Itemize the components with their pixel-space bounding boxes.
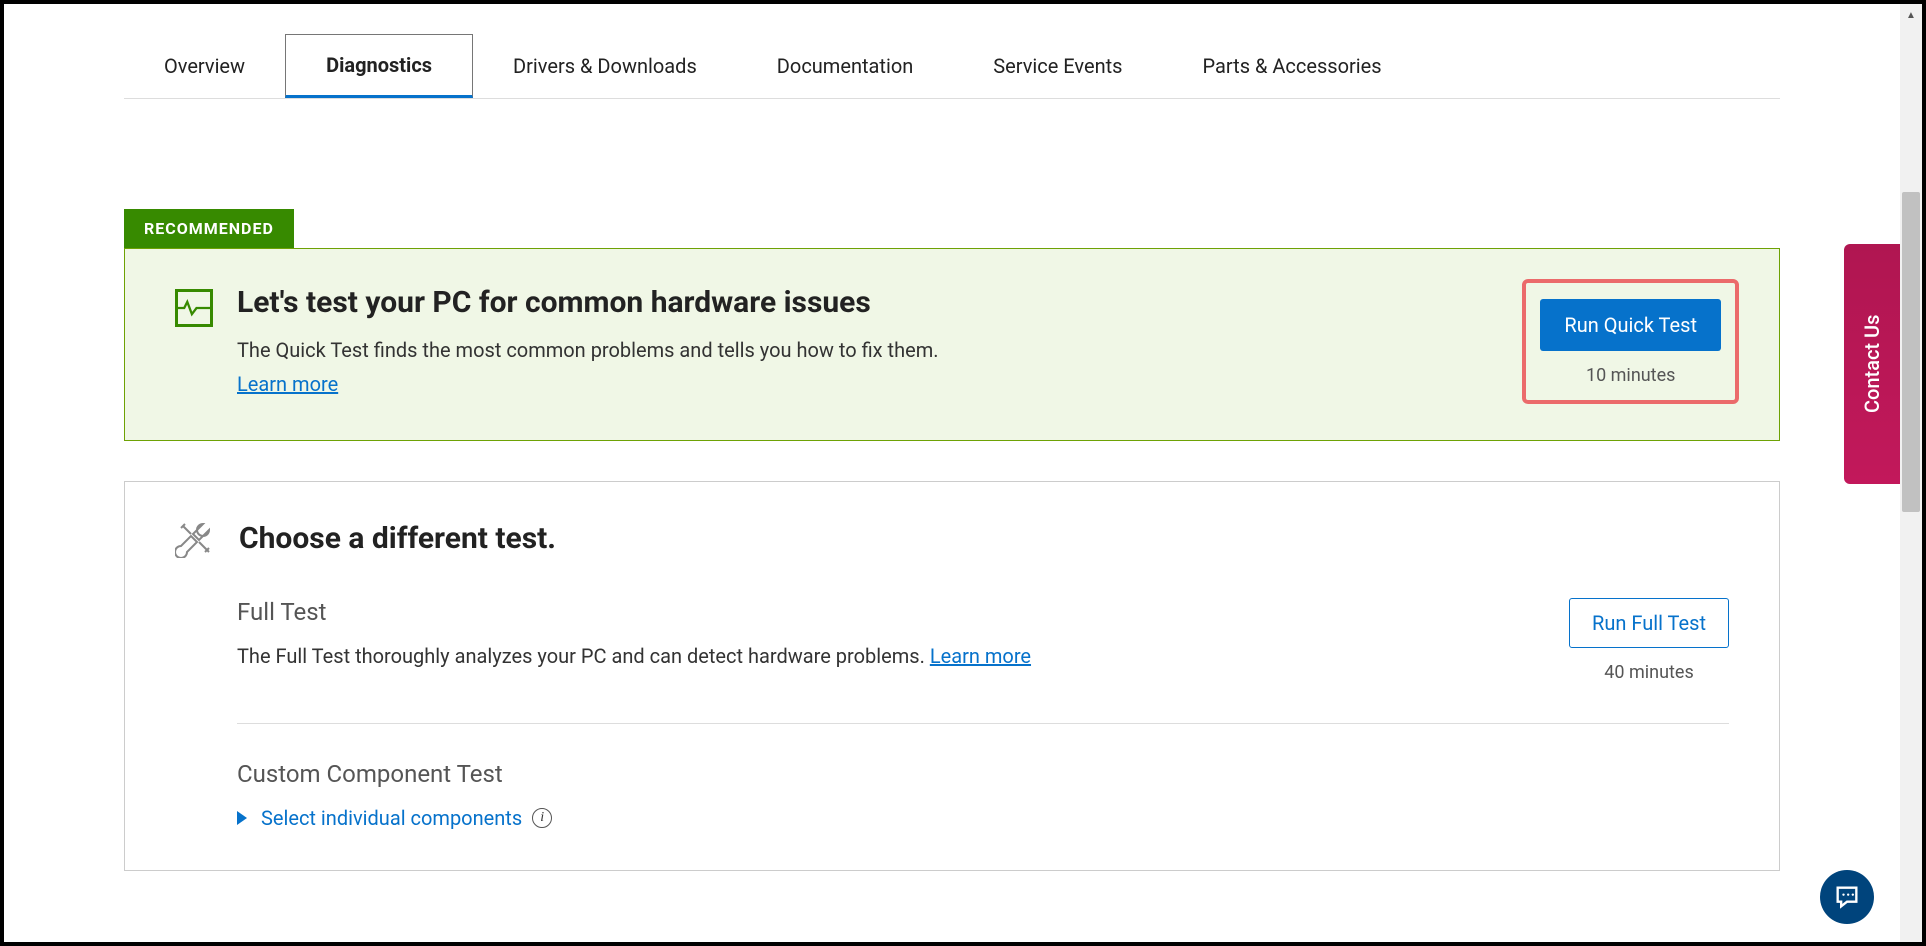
expand-triangle-icon	[237, 811, 247, 825]
select-components-label: Select individual components	[261, 806, 522, 830]
chat-icon	[1833, 883, 1861, 911]
quick-test-duration: 10 minutes	[1540, 365, 1721, 386]
tab-drivers-downloads[interactable]: Drivers & Downloads	[473, 34, 737, 98]
quick-test-highlighted-group: Run Quick Test 10 minutes	[1522, 279, 1739, 404]
recommended-card: Let's test your PC for common hardware i…	[124, 248, 1780, 441]
heartbeat-icon	[175, 289, 213, 327]
different-test-title: Choose a different test.	[239, 521, 556, 556]
run-full-test-button[interactable]: Run Full Test	[1569, 598, 1729, 648]
quick-test-title: Let's test your PC for common hardware i…	[237, 285, 1522, 320]
run-quick-test-button[interactable]: Run Quick Test	[1540, 299, 1721, 351]
contact-us-sidebar[interactable]: Contact Us	[1844, 244, 1900, 484]
full-test-learn-more-link[interactable]: Learn more	[930, 644, 1031, 668]
info-icon[interactable]: i	[532, 808, 552, 828]
tab-documentation[interactable]: Documentation	[737, 34, 954, 98]
tools-icon	[175, 518, 215, 558]
browser-scrollbar[interactable]: ▲	[1900, 4, 1922, 942]
full-test-duration: 40 minutes	[1569, 662, 1729, 683]
scrollbar-thumb[interactable]	[1902, 192, 1920, 512]
full-test-description: The Full Test thoroughly analyzes your P…	[237, 644, 1529, 668]
tab-service-events[interactable]: Service Events	[953, 34, 1162, 98]
chat-button[interactable]	[1820, 870, 1874, 924]
quick-test-description: The Quick Test finds the most common pro…	[237, 338, 1522, 362]
tab-overview[interactable]: Overview	[124, 34, 285, 98]
scrollbar-up-arrow-icon[interactable]: ▲	[1900, 4, 1922, 26]
navigation-tabs: Overview Diagnostics Drivers & Downloads…	[124, 34, 1780, 99]
divider	[237, 723, 1729, 724]
quick-test-learn-more-link[interactable]: Learn more	[237, 372, 338, 396]
tab-parts-accessories[interactable]: Parts & Accessories	[1163, 34, 1422, 98]
select-components-expand[interactable]: Select individual components i	[237, 806, 1729, 830]
custom-test-title: Custom Component Test	[237, 760, 1729, 788]
recommended-badge: RECOMMENDED	[124, 209, 294, 248]
different-test-card: Choose a different test. Full Test The F…	[124, 481, 1780, 871]
full-test-title: Full Test	[237, 598, 1529, 626]
tab-diagnostics[interactable]: Diagnostics	[285, 34, 473, 98]
